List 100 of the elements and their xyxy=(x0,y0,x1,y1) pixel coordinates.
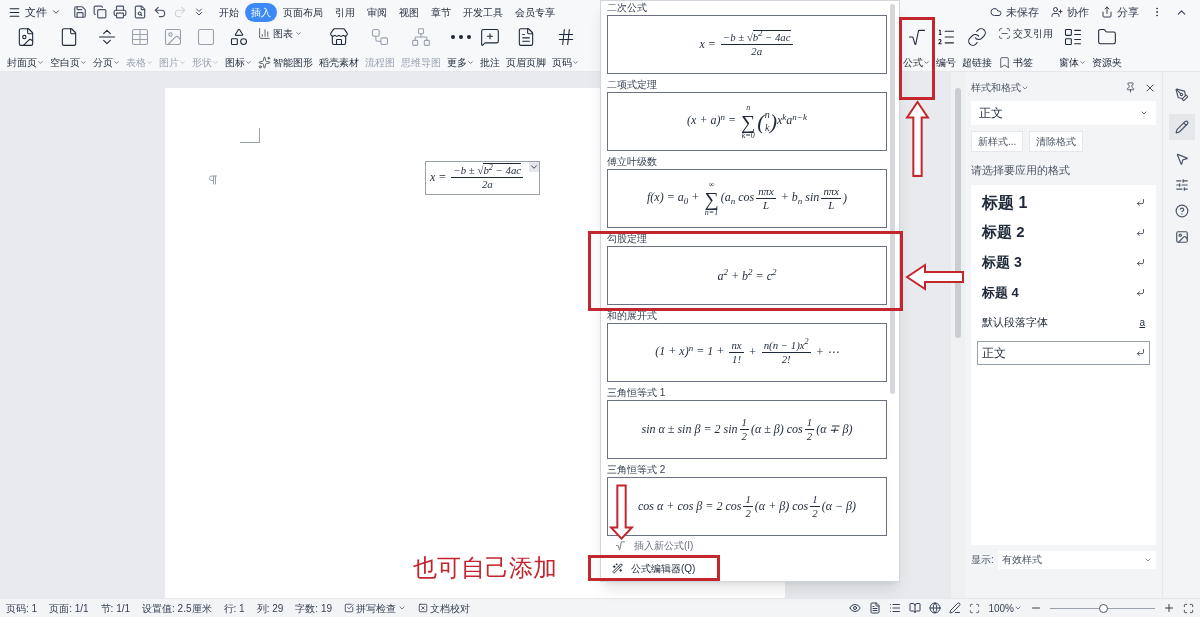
ribbon-button[interactable]: 批注 xyxy=(477,25,503,70)
status-text: 行: 1 xyxy=(223,601,245,616)
ribbon-button[interactable]: 超链接 xyxy=(959,25,995,70)
ribbon-tab[interactable]: 页面布局 xyxy=(277,2,329,22)
ribbon-button[interactable]: 空白页 xyxy=(47,25,90,70)
radical-icon xyxy=(615,539,626,551)
sliders-icon[interactable] xyxy=(1174,178,1189,192)
bookmark-icon xyxy=(998,55,1011,69)
pane-button[interactable]: 新样式... xyxy=(971,131,1024,152)
ribbon-button[interactable]: 图标 xyxy=(222,25,255,70)
sparkles-icon xyxy=(258,55,271,69)
ribbon-button[interactable]: 窗体 xyxy=(1056,25,1089,70)
ribbon-tab[interactable]: 开发工具 xyxy=(457,2,509,22)
help-icon[interactable] xyxy=(1174,204,1189,218)
ribbon-button[interactable]: 书签 xyxy=(998,54,1053,70)
bar-chart-icon xyxy=(258,26,271,40)
eye-icon[interactable] xyxy=(849,602,862,614)
toolbar-action[interactable]: 分享 xyxy=(1101,3,1139,21)
sidebar-tab[interactable] xyxy=(1168,114,1195,140)
book-icon[interactable] xyxy=(909,602,922,614)
save-icon[interactable] xyxy=(73,5,87,19)
spell-check-button[interactable]: 拼写检查 xyxy=(344,600,407,616)
pin-icon[interactable] xyxy=(1125,82,1136,93)
page-view-icon[interactable] xyxy=(869,602,882,614)
caret-icon xyxy=(295,29,302,37)
style-item[interactable]: 标题 4 xyxy=(977,280,1150,305)
pane-title[interactable]: 样式和格式 xyxy=(971,80,1029,95)
fit-icon[interactable] xyxy=(969,602,981,614)
style-item[interactable]: 正文 xyxy=(977,340,1150,365)
ribbon-button[interactable]: 交叉引用 xyxy=(998,25,1053,41)
paragraph-icon[interactable] xyxy=(207,174,219,186)
style-item[interactable]: 默认段落字体 a xyxy=(977,310,1150,335)
zoom-select[interactable]: 100% xyxy=(988,600,1022,616)
caret-icon xyxy=(51,7,61,17)
style-item[interactable]: 标题 2 xyxy=(977,220,1150,245)
ribbon-button[interactable]: 编号 xyxy=(933,25,959,70)
ribbon-tab[interactable]: 会员专享 xyxy=(509,2,561,22)
slider-thumb[interactable] xyxy=(1098,603,1108,613)
ribbon-button[interactable]: 公式 xyxy=(900,25,933,70)
zoom-in-icon[interactable] xyxy=(1163,602,1175,614)
caret-icon xyxy=(398,604,407,612)
add-user-icon xyxy=(1051,6,1063,18)
globe-icon[interactable] xyxy=(929,602,942,614)
pen-icon[interactable] xyxy=(949,602,962,614)
ribbon-button[interactable]: 资源夹 xyxy=(1089,25,1125,70)
image-icon xyxy=(162,26,183,47)
wand-icon xyxy=(612,562,623,574)
customize-icon[interactable] xyxy=(193,6,205,18)
image-icon[interactable] xyxy=(1174,230,1189,244)
preview-icon[interactable] xyxy=(133,5,147,19)
ribbon-button[interactable]: 页眉页脚 xyxy=(503,25,549,70)
equation-dropdown[interactable] xyxy=(529,162,540,172)
formula-category-label: 三角恒等式 1 xyxy=(607,386,667,400)
ribbon-button[interactable]: 页码 xyxy=(549,25,582,70)
formula-category-label: 勾股定理 xyxy=(607,232,648,246)
ribbon-button[interactable]: 更多 xyxy=(444,25,477,70)
outline-view-icon[interactable] xyxy=(889,602,902,614)
cloud-icon xyxy=(990,6,1002,18)
zoom-slider[interactable] xyxy=(1050,603,1155,613)
ribbon-tab[interactable]: 审阅 xyxy=(361,2,393,22)
scrollbar-thumb[interactable] xyxy=(955,88,961,338)
caret-icon xyxy=(1140,109,1148,117)
menu-command[interactable]: 公式编辑器(Q) xyxy=(604,560,704,576)
show-select[interactable]: 有效样式 xyxy=(997,550,1156,569)
ribbon-button[interactable]: 图表 xyxy=(258,25,313,41)
store-icon xyxy=(329,26,349,47)
status-text: 节: 1/1 xyxy=(100,601,131,616)
fullscreen-icon[interactable] xyxy=(1183,602,1194,614)
formula-category-label: 二项式定理 xyxy=(607,78,658,92)
status-text: 列: 29 xyxy=(256,601,284,616)
comment-icon xyxy=(480,26,500,47)
proofread-button[interactable]: 文档校对 xyxy=(418,600,471,616)
ribbon-button[interactable]: 封面页 xyxy=(4,25,47,70)
undo-icon[interactable] xyxy=(153,5,167,19)
ribbon-tab[interactable]: 开始 xyxy=(213,2,245,22)
ribbon-button[interactable]: 分页 xyxy=(90,25,123,70)
export-icon[interactable] xyxy=(93,5,107,19)
formula-category-label: 二次公式 xyxy=(607,1,648,15)
status-text: 设置值: 2.5厘米 xyxy=(142,601,212,616)
scan-icon xyxy=(998,26,1011,40)
style-select[interactable]: 正文 xyxy=(971,101,1156,125)
toolbar-action[interactable]: 协作 xyxy=(1051,3,1089,21)
print-icon[interactable] xyxy=(113,5,127,19)
toolbar-action[interactable]: 未保存 xyxy=(990,3,1039,21)
style-item[interactable]: 标题 3 xyxy=(977,250,1150,275)
equation-object[interactable]: x = −b ± √b$^{2}$ − 4ac 2a xyxy=(425,161,541,195)
ribbon-button[interactable]: 稻壳素材 xyxy=(316,25,362,70)
ribbon-tab[interactable]: 引用 xyxy=(329,2,361,22)
ribbon-button[interactable]: 智能图形 xyxy=(258,54,313,70)
ribbon-tab[interactable]: 章节 xyxy=(425,2,457,22)
shapes-icon xyxy=(228,26,249,47)
document-icon xyxy=(516,26,536,47)
pane-button[interactable]: 清除格式 xyxy=(1029,131,1084,152)
pointer-icon[interactable] xyxy=(1174,152,1189,166)
more-icon xyxy=(450,34,471,39)
pen-tool-icon[interactable] xyxy=(1174,88,1189,102)
style-item[interactable]: 标题 1 xyxy=(977,190,1150,215)
formula-option[interactable]: a$^{2}$ + b$^{2}$ = c$^{2}$ xyxy=(607,246,887,305)
file-menu[interactable]: 文件 xyxy=(0,3,69,21)
ribbon-tab[interactable]: 视图 xyxy=(393,2,425,22)
